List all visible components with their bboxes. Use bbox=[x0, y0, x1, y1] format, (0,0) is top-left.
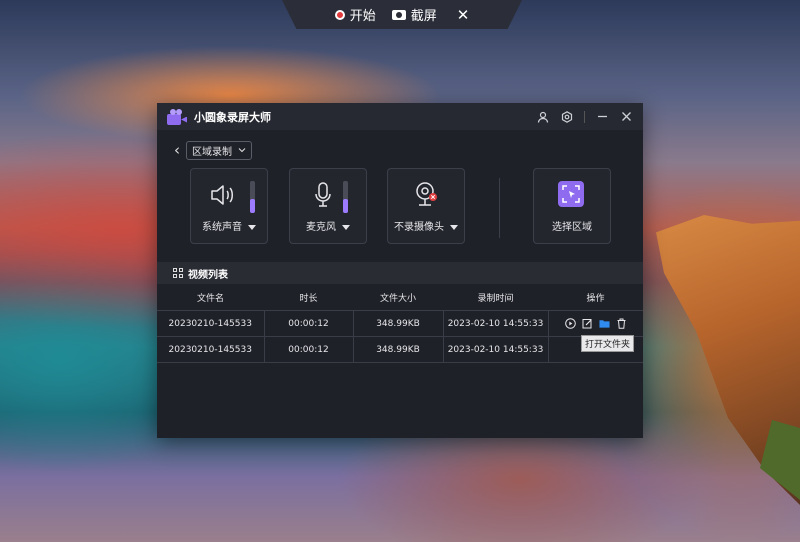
table-header-row: 文件名 时长 文件大小 录制时间 操作 bbox=[157, 284, 643, 311]
capture-toolbar: 开始 截屏 ✕ bbox=[282, 0, 522, 29]
system-audio-level-slider[interactable] bbox=[250, 181, 255, 213]
microphone-label: 麦克风 bbox=[306, 222, 336, 233]
column-header: 文件名 bbox=[196, 293, 224, 304]
controls-divider bbox=[499, 178, 500, 238]
file-size-cell: 348.99KB bbox=[352, 336, 444, 363]
record-time-cell: 2023-02-10 14:55:33 bbox=[442, 310, 549, 337]
app-title: 小圆象录屏大师 bbox=[194, 110, 271, 124]
title-bar: 小圆象录屏大师 bbox=[157, 103, 643, 130]
record-mode-value: 区域录制 bbox=[192, 146, 232, 158]
back-icon[interactable]: ‹ bbox=[174, 141, 180, 159]
file-size-cell: 348.99KB bbox=[352, 310, 444, 337]
duration-cell: 00:00:12 bbox=[263, 336, 354, 363]
screenshot-button[interactable]: 截屏 bbox=[391, 5, 437, 24]
start-label: 开始 bbox=[349, 9, 376, 24]
source-controls: 系统声音 麦克风 不录摄像头 选择区域 bbox=[157, 160, 643, 262]
user-icon[interactable] bbox=[536, 110, 550, 124]
mode-row: ‹ 区域录制 bbox=[157, 130, 643, 160]
app-window: 小圆象录屏大师 ‹ 区域录制 系统声音 麦克风 不录摄像头 选择区域 视频列表 … bbox=[157, 103, 643, 438]
open-folder-icon[interactable] bbox=[599, 318, 610, 329]
video-list-header: 视频列表 bbox=[157, 262, 643, 284]
camera-card[interactable]: 不录摄像头 bbox=[387, 168, 465, 244]
record-mode-select[interactable]: 区域录制 bbox=[186, 140, 252, 160]
screenshot-label: 截屏 bbox=[410, 9, 437, 24]
start-record-button[interactable]: 开始 bbox=[334, 5, 376, 24]
system-audio-level-fill bbox=[250, 198, 255, 213]
select-region-card[interactable]: 选择区域 bbox=[533, 168, 611, 244]
column-header: 时长 bbox=[299, 293, 318, 304]
settings-icon[interactable] bbox=[560, 110, 574, 124]
microphone-card[interactable]: 麦克风 bbox=[289, 168, 367, 244]
titlebar-divider bbox=[584, 110, 585, 123]
minimize-icon[interactable] bbox=[595, 110, 609, 124]
edit-icon[interactable] bbox=[582, 318, 593, 329]
dropdown-caret-icon[interactable] bbox=[248, 224, 256, 230]
video-table: 文件名 时长 文件大小 录制时间 操作 20230210-145533 00:0… bbox=[157, 284, 643, 363]
file-name-cell: 20230210-145533 bbox=[157, 336, 265, 363]
table-row[interactable]: 20230210-145533 00:00:12 348.99KB 2023-0… bbox=[157, 310, 643, 337]
video-list-title: 视频列表 bbox=[188, 269, 228, 281]
delete-icon[interactable] bbox=[616, 318, 627, 329]
column-header: 操作 bbox=[586, 293, 605, 304]
dropdown-caret-icon[interactable] bbox=[342, 224, 350, 230]
tooltip-open-folder: 打开文件夹 bbox=[581, 335, 635, 352]
app-logo-icon bbox=[167, 108, 187, 125]
list-grid-icon bbox=[173, 268, 183, 278]
close-window-icon[interactable] bbox=[619, 110, 633, 124]
dropdown-caret-icon[interactable] bbox=[450, 224, 458, 230]
play-icon[interactable] bbox=[564, 318, 576, 329]
column-header: 文件大小 bbox=[379, 293, 416, 304]
file-name-cell: 20230210-145533 bbox=[157, 310, 265, 337]
select-region-icon bbox=[558, 181, 584, 207]
duration-cell: 00:00:12 bbox=[263, 310, 354, 337]
actions-cell bbox=[547, 310, 643, 337]
microphone-level-fill bbox=[343, 198, 348, 213]
system-audio-label: 系统声音 bbox=[202, 222, 242, 233]
record-time-cell: 2023-02-10 14:55:33 bbox=[442, 336, 549, 363]
close-icon[interactable]: ✕ bbox=[457, 6, 470, 24]
camera-label: 不录摄像头 bbox=[394, 222, 444, 233]
speaker-icon bbox=[211, 185, 233, 205]
microphone-icon bbox=[315, 182, 331, 207]
select-region-label: 选择区域 bbox=[552, 222, 592, 233]
table-row[interactable]: 20230210-145533 00:00:12 348.99KB 2023-0… bbox=[157, 336, 643, 363]
column-header: 录制时间 bbox=[477, 293, 514, 304]
camera-icon bbox=[391, 9, 406, 20]
system-audio-card[interactable]: 系统声音 bbox=[190, 168, 268, 244]
microphone-level-slider[interactable] bbox=[343, 181, 348, 213]
webcam-off-icon bbox=[416, 182, 437, 206]
record-icon bbox=[334, 9, 345, 20]
chevron-down-icon bbox=[238, 148, 246, 153]
